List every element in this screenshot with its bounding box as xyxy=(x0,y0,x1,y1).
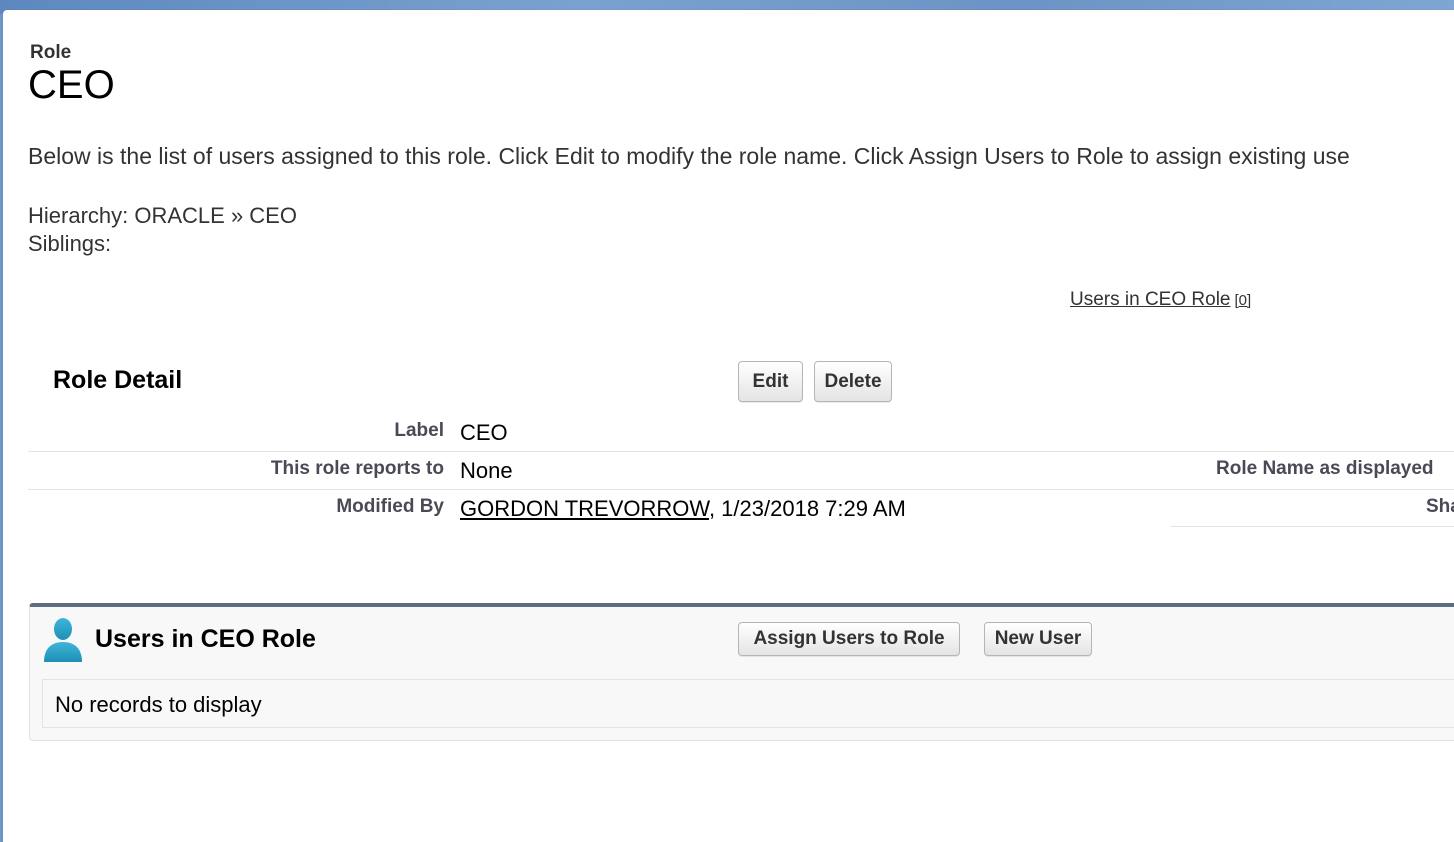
users-section-title: Users in CEO Role xyxy=(95,625,316,653)
detail-row-label: Label CEO xyxy=(28,413,1454,452)
edit-button[interactable]: Edit xyxy=(738,361,803,402)
hierarchy-prefix: Hierarchy: xyxy=(28,203,135,228)
related-list-links: Users in CEO Role [0] xyxy=(1070,289,1251,311)
hierarchy: Hierarchy: ORACLE » CEO xyxy=(28,203,297,229)
hierarchy-path: ORACLE » CEO xyxy=(134,203,297,228)
divider xyxy=(1170,526,1454,527)
field-value: CEO xyxy=(460,420,508,445)
role-detail-title: Role Detail xyxy=(53,366,183,394)
sharing-label: Shari xyxy=(1426,496,1454,517)
siblings-label: Siblings: xyxy=(28,231,112,256)
modified-by-user-link[interactable]: GORDON TREVORROW xyxy=(460,496,709,521)
delete-button[interactable]: Delete xyxy=(814,361,892,402)
new-user-button[interactable]: New User xyxy=(984,622,1092,656)
empty-message: No records to display xyxy=(55,692,262,717)
page-title: CEO xyxy=(28,63,115,107)
users-in-role-count[interactable]: [0] xyxy=(1235,292,1252,309)
detail-row-modified-by: Modified By GORDON TREVORROW, 1/23/2018 … xyxy=(28,489,1454,527)
users-related-list: Users in CEO Role Assign Users to Role N… xyxy=(29,603,1454,741)
page-type-label: Role xyxy=(30,42,72,63)
field-value: GORDON TREVORROW, 1/23/2018 7:29 AM xyxy=(460,496,906,522)
field-value: None xyxy=(460,458,513,483)
field-label: Label xyxy=(394,420,444,441)
page-container: Role CEO Below is the list of users assi… xyxy=(3,10,1454,842)
detail-row-reports-to: This role reports to None Role Name as d… xyxy=(28,451,1454,490)
assign-users-button[interactable]: Assign Users to Role xyxy=(738,622,960,656)
field-label: Modified By xyxy=(336,496,444,517)
empty-records-box: No records to display xyxy=(42,679,1454,728)
page-description: Below is the list of users assigned to t… xyxy=(28,143,1350,169)
users-in-role-link[interactable]: Users in CEO Role xyxy=(1070,289,1231,310)
field-label: This role reports to xyxy=(270,458,444,479)
modified-date: , 1/23/2018 7:29 AM xyxy=(708,496,906,521)
user-icon xyxy=(42,616,84,664)
role-name-display-label: Role Name as displayed xyxy=(1216,458,1434,479)
